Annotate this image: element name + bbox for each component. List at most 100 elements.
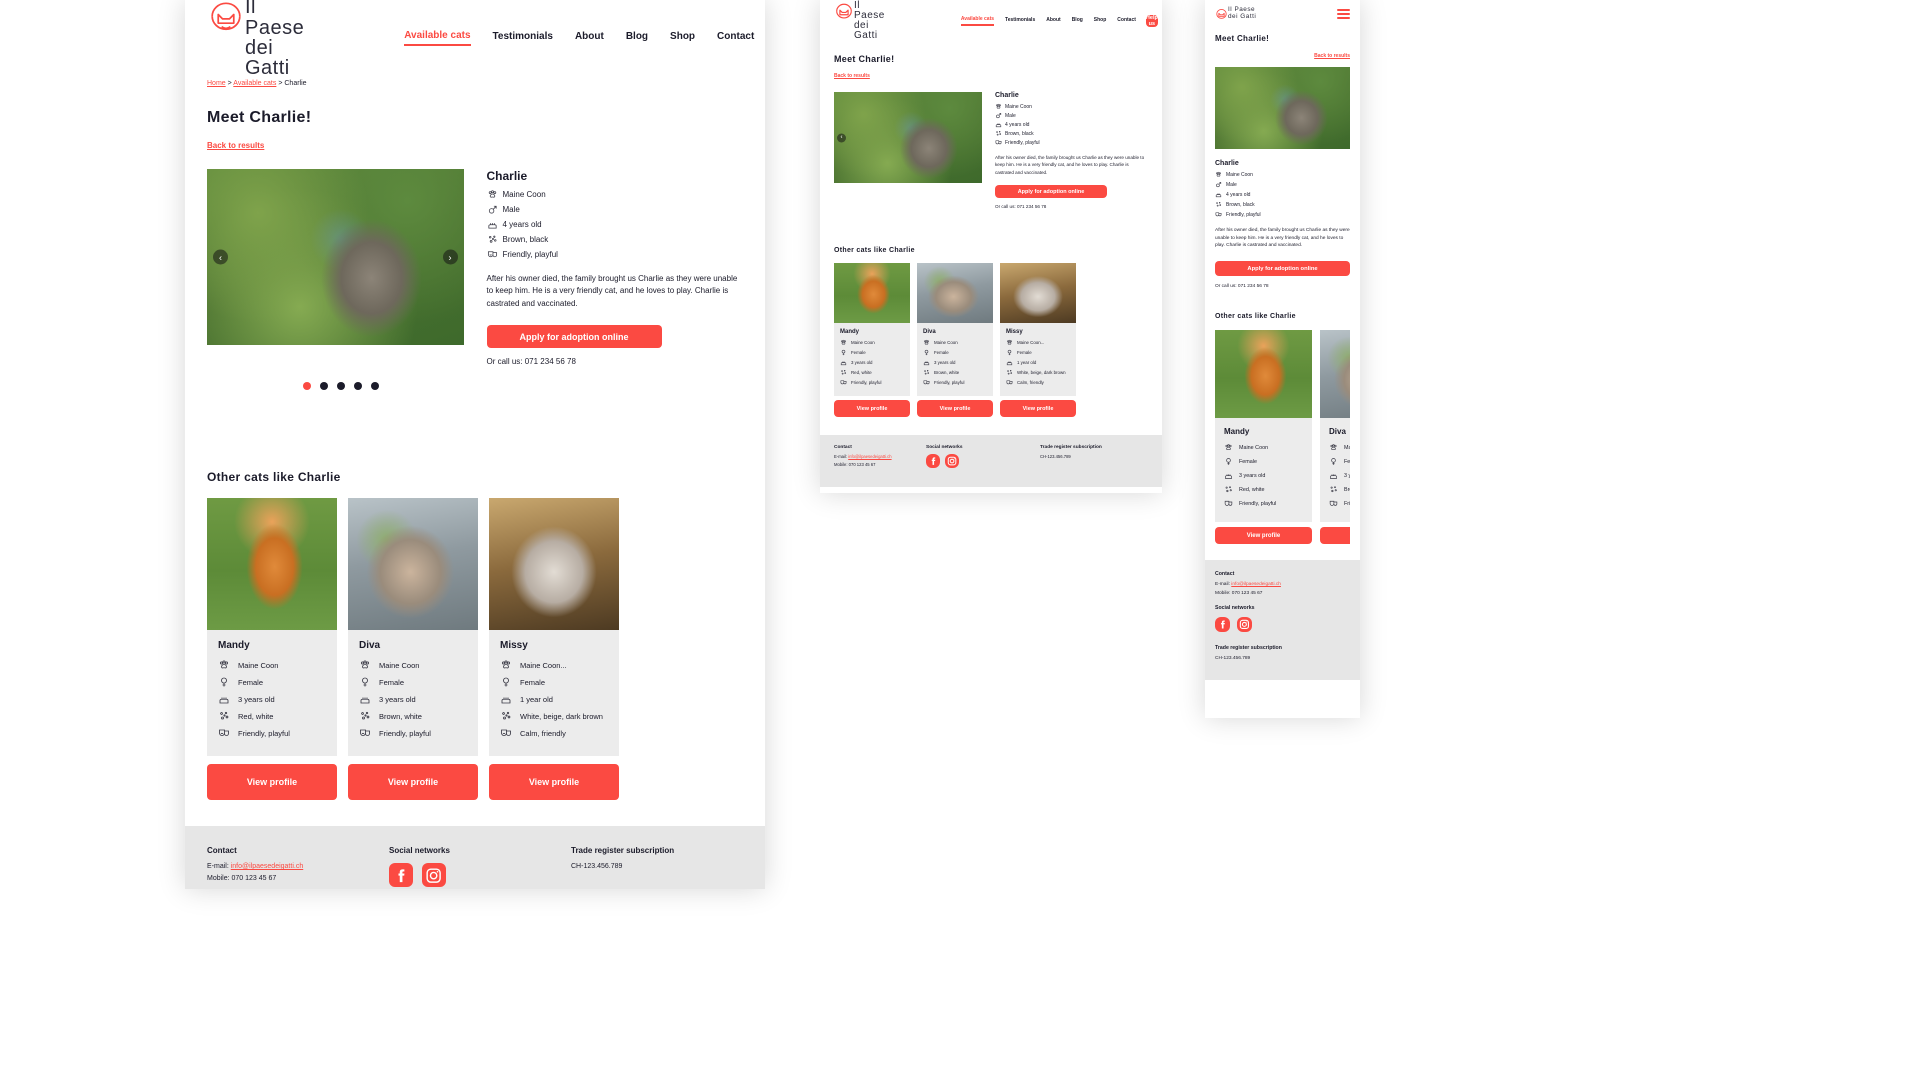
spec-breed-text: Maine Coon xyxy=(1005,103,1032,110)
facebook-icon[interactable] xyxy=(389,863,413,888)
apply-for-adoption-button[interactable]: Apply for adoption online xyxy=(1215,261,1350,277)
card-spec-text: Maine Coon xyxy=(379,660,420,670)
card-spec-text: Friendly, playful xyxy=(379,728,431,738)
nav-item-available-cats[interactable]: Available cats xyxy=(960,16,995,26)
card-spec-text: Female xyxy=(238,677,264,687)
footer-social-column: Social networks xyxy=(389,846,571,889)
footer-contact-column: Contact E-mail: info@ilpaesedeigatti.ch … xyxy=(207,846,389,889)
nav-item-available-cats[interactable]: Available cats xyxy=(404,30,471,46)
social-links xyxy=(1215,617,1350,633)
gallery-next-button[interactable]: › xyxy=(442,249,458,265)
view-profile-button[interactable]: View profile xyxy=(348,764,478,801)
spec-gender-text: Male xyxy=(1226,181,1237,188)
footer-email-label: E-mail: xyxy=(1215,582,1230,588)
facebook-icon[interactable] xyxy=(1215,617,1230,633)
spec-color-text: Brown, black xyxy=(1005,130,1034,137)
facebook-icon[interactable] xyxy=(926,454,940,469)
spec-age-text: 4 years old xyxy=(1226,191,1251,198)
logo-line-1: Il Paese xyxy=(245,0,305,39)
gallery-dot-4[interactable] xyxy=(353,382,362,391)
charlie-gallery-image[interactable] xyxy=(1215,67,1350,149)
view-profile-button[interactable]: View profile xyxy=(1320,527,1350,545)
missy-photo[interactable] xyxy=(489,498,619,631)
theater-masks-icon xyxy=(500,727,512,739)
charlie-gallery-image[interactable]: ‹ › xyxy=(207,169,464,345)
call-us-text: Or call us: 071 234 56 78 xyxy=(995,204,1047,210)
footer-contact-column: Contact E-mail: info@ilpaesedeigatti.ch … xyxy=(834,445,926,477)
instagram-icon[interactable] xyxy=(422,863,446,888)
card-spec-age: 3 years old xyxy=(359,693,467,705)
gallery-prev-button[interactable]: ‹ xyxy=(213,249,228,265)
view-profile-button[interactable]: View profile xyxy=(1215,527,1312,545)
gallery-prev-button[interactable]: ‹ xyxy=(837,133,846,142)
back-to-results-link[interactable]: Back to results xyxy=(207,141,264,150)
nav-item-testimonials[interactable]: Testimonials xyxy=(1005,17,1035,25)
nav-item-about[interactable]: About xyxy=(1046,17,1060,25)
view-profile-button[interactable]: View profile xyxy=(1000,400,1076,418)
footer-email-link[interactable]: info@ilpaesedeigatti.ch xyxy=(1231,582,1281,587)
card-spec-text: Red, white xyxy=(238,711,274,721)
diva-photo[interactable] xyxy=(1320,330,1350,419)
nav-item-shop[interactable]: Shop xyxy=(1094,17,1107,25)
card-spec-color: Red, white xyxy=(218,710,326,722)
card-spec-gender: Female xyxy=(359,676,467,688)
gallery-dot-5[interactable] xyxy=(370,382,379,391)
gallery-dot-1[interactable] xyxy=(302,382,311,391)
palette-icon xyxy=(1215,201,1222,208)
instagram-icon[interactable] xyxy=(945,454,959,469)
nav-item-contact[interactable]: Contact xyxy=(1117,17,1136,25)
back-to-results-link[interactable]: Back to results xyxy=(834,73,870,79)
card-spec-text: Maine Coon xyxy=(851,340,875,345)
gallery-dot-2[interactable] xyxy=(319,382,328,391)
footer-email-link[interactable]: info@ilpaesedeigatti.ch xyxy=(848,454,891,459)
card-spec-character: Calm, friendly xyxy=(1006,379,1070,386)
related-cats-carousel[interactable]: Mandy Maine Coon Female 3 years old Red,… xyxy=(1215,330,1350,545)
nav-item-blog[interactable]: Blog xyxy=(1072,17,1083,25)
spec-color-text: Brown, black xyxy=(502,235,549,244)
nav-item-shop[interactable]: Shop xyxy=(670,31,695,45)
view-profile-button[interactable]: View profile xyxy=(917,400,993,418)
site-logo[interactable]: Il Paese dei Gatti xyxy=(1215,6,1256,22)
nav-item-about[interactable]: About xyxy=(575,31,604,45)
nav-item-testimonials[interactable]: Testimonials xyxy=(493,31,553,45)
diva-photo[interactable] xyxy=(348,498,478,631)
nav-item-blog[interactable]: Blog xyxy=(626,31,648,45)
mandy-photo[interactable] xyxy=(207,498,337,631)
breadcrumb-home[interactable]: Home xyxy=(207,80,226,87)
view-profile-button[interactable]: View profile xyxy=(207,764,337,801)
help-us-button[interactable]: Help us xyxy=(1145,15,1158,27)
gallery-dot-3[interactable] xyxy=(336,382,345,391)
mandy-photo[interactable] xyxy=(834,263,910,324)
view-profile-button[interactable]: View profile xyxy=(489,764,619,801)
site-logo[interactable]: Il Paese dei Gatti xyxy=(207,0,304,79)
diva-photo[interactable] xyxy=(917,263,993,324)
mandy-photo[interactable] xyxy=(1215,330,1312,419)
related-cats-title: Other cats like Charlie xyxy=(834,247,915,255)
view-profile-button[interactable]: View profile xyxy=(834,400,910,418)
footer-register-title: Trade register subscription xyxy=(571,846,675,856)
hamburger-icon[interactable] xyxy=(1337,9,1350,19)
site-footer: Contact E-mail: info@ilpaesedeigatti.ch … xyxy=(185,826,765,889)
main-nav: Available cats Testimonials About Blog S… xyxy=(404,30,754,46)
nav-item-contact[interactable]: Contact xyxy=(717,31,754,45)
card-spec-color: Red, white xyxy=(840,369,904,376)
missy-photo[interactable] xyxy=(1000,263,1076,324)
spec-character: Friendly, playful xyxy=(995,139,1148,146)
back-to-results-link[interactable]: Back to results xyxy=(1215,53,1350,59)
card-spec-age: 1 year old xyxy=(1006,359,1070,366)
apply-for-adoption-button[interactable]: Apply for adoption online xyxy=(486,325,662,349)
breadcrumb-available-cats[interactable]: Available cats xyxy=(233,80,276,87)
apply-for-adoption-button[interactable]: Apply for adoption online xyxy=(995,185,1107,199)
footer-email-link[interactable]: info@ilpaesedeigatti.ch xyxy=(231,863,304,870)
spec-character: Friendly, playful xyxy=(487,249,744,260)
site-logo[interactable]: Il Paese dei Gatti xyxy=(834,0,885,42)
palette-icon xyxy=(500,710,512,722)
spec-character-text: Friendly, playful xyxy=(1226,211,1261,218)
charlie-gallery-image[interactable]: ‹ xyxy=(834,92,982,183)
cat-name: Charlie xyxy=(995,92,1019,99)
instagram-icon[interactable] xyxy=(1237,617,1252,633)
gender-male-icon xyxy=(487,204,498,215)
card-spec-text: Friendly, playful xyxy=(934,380,965,385)
theater-masks-icon xyxy=(923,379,930,386)
card-spec-text: Female xyxy=(1239,458,1257,465)
